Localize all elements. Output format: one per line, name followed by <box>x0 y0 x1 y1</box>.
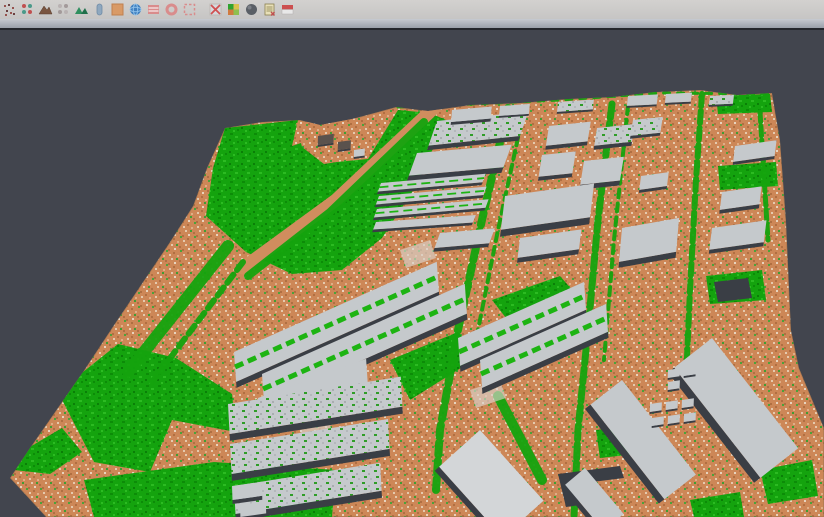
ring-icon[interactable] <box>164 2 179 17</box>
classified-points-icon[interactable] <box>20 2 35 17</box>
selection-box-icon[interactable] <box>182 2 197 17</box>
texture-layers-icon[interactable] <box>280 2 295 17</box>
globe-icon[interactable] <box>128 2 143 17</box>
classified-point-cloud-scene <box>0 30 824 517</box>
terrain-icon[interactable] <box>38 2 53 17</box>
sparse-points-icon[interactable] <box>56 2 71 17</box>
building-roof <box>539 151 576 176</box>
building-roof <box>627 94 658 106</box>
orthophoto-icon[interactable] <box>110 2 125 17</box>
report-icon[interactable] <box>262 2 277 17</box>
sphere-view-icon[interactable] <box>244 2 259 17</box>
application-window <box>0 0 824 517</box>
attribute-table-icon[interactable] <box>146 2 161 17</box>
viewport-3d[interactable] <box>0 30 824 517</box>
vegetation-patch <box>718 162 778 190</box>
building-roof <box>665 93 692 103</box>
building-shadow <box>714 278 752 302</box>
main-toolbar <box>0 0 824 19</box>
classification-map-icon[interactable] <box>226 2 241 17</box>
building-roof <box>580 157 624 185</box>
building-roof <box>709 95 734 105</box>
column-icon[interactable] <box>92 2 107 17</box>
dem-icon[interactable] <box>74 2 89 17</box>
point-cloud-icon[interactable] <box>2 2 17 17</box>
image-cross-icon[interactable] <box>208 2 223 17</box>
